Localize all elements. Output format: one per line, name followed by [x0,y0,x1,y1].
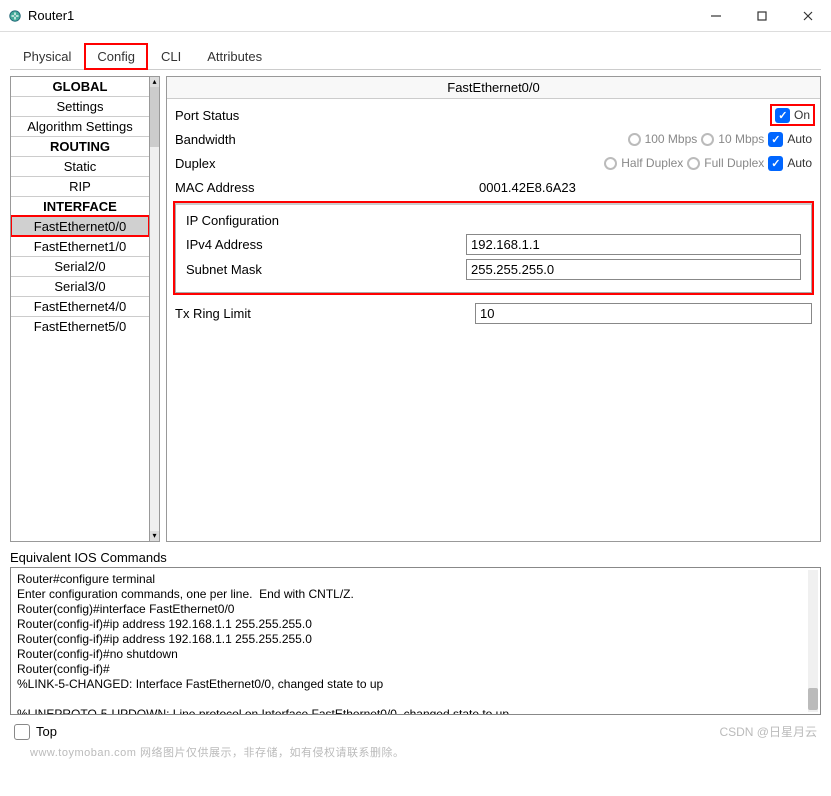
bandwidth-controls: 100 Mbps 10 Mbps ✓ Auto [475,132,812,147]
mac-label: MAC Address [175,180,475,195]
scrollbar-thumb[interactable] [150,87,159,147]
scroll-down-icon[interactable]: ▾ [150,531,159,541]
sidebar-list: GLOBAL Settings Algorithm Settings ROUTI… [10,76,150,542]
ip-config-label: IP Configuration [186,213,801,228]
sidebar-item-fe50[interactable]: FastEthernet5/0 [11,316,149,336]
bw-10-label: 10 Mbps [718,132,764,146]
dup-auto-label: Auto [787,156,812,170]
sidebar-item-fe10[interactable]: FastEthernet1/0 [11,236,149,256]
scroll-up-icon[interactable]: ▴ [150,77,159,87]
bw-100-radio[interactable] [628,133,641,146]
dup-full-label: Full Duplex [704,156,764,170]
sidebar-item-settings[interactable]: Settings [11,96,149,116]
port-status-checkbox[interactable]: ✓ [775,108,790,123]
row-duplex: Duplex Half Duplex Full Duplex ✓ Auto [175,153,812,173]
bw-auto-checkbox[interactable]: ✓ [768,132,783,147]
row-bandwidth: Bandwidth 100 Mbps 10 Mbps ✓ Auto [175,129,812,149]
port-status-on-group: ✓ On [773,107,812,123]
tabs: Physical Config CLI Attributes [10,42,821,70]
panel-content: Port Status ✓ On Bandwidth 100 Mbps [167,99,820,541]
ios-scrollbar[interactable] [808,570,818,712]
tx-label: Tx Ring Limit [175,306,475,321]
content: Physical Config CLI Attributes GLOBAL Se… [0,32,831,796]
window-controls [693,0,831,32]
port-status-label: Port Status [175,108,475,123]
ios-commands-box[interactable]: Router#configure terminal Enter configur… [10,567,821,715]
top-label: Top [36,724,57,739]
titlebar-left: Router1 [8,8,74,23]
csdn-watermark: CSDN @日星月云 [719,723,817,740]
ip-config-group: IP Configuration IPv4 Address Subnet Mas… [175,203,812,293]
bw-auto-label: Auto [787,132,812,146]
row-port-status: Port Status ✓ On [175,105,812,125]
mask-input[interactable] [466,259,801,280]
minimize-button[interactable] [693,0,739,32]
row-mac: MAC Address [175,177,812,197]
duplex-controls: Half Duplex Full Duplex ✓ Auto [475,156,812,171]
sidebar-header-global: GLOBAL [11,77,149,96]
mac-value[interactable] [475,178,812,197]
router-icon [8,9,22,23]
config-body: GLOBAL Settings Algorithm Settings ROUTI… [10,70,821,548]
ipv4-label: IPv4 Address [186,237,466,252]
sidebar-item-rip[interactable]: RIP [11,176,149,196]
sidebar-item-se20[interactable]: Serial2/0 [11,256,149,276]
watermark-left: www.toymoban.com 网络图片仅供展示，非存储，如有侵权请联系删除。 [30,744,404,760]
sidebar-scrollbar[interactable]: ▴ ▾ [150,76,160,542]
bandwidth-label: Bandwidth [175,132,475,147]
ios-section: Equivalent IOS Commands Router#configure… [10,550,821,715]
ios-scroll-thumb[interactable] [808,688,818,710]
mask-label: Subnet Mask [186,262,466,277]
footer: Top CSDN @日星月云 [10,715,821,744]
row-mask: Subnet Mask [186,259,801,280]
port-status-on-label: On [794,108,810,122]
top-checkbox[interactable] [14,724,30,740]
window-title: Router1 [28,8,74,23]
bw-10-radio[interactable] [701,133,714,146]
duplex-label: Duplex [175,156,475,171]
sidebar-item-algorithm-settings[interactable]: Algorithm Settings [11,116,149,136]
sidebar-item-fe00[interactable]: FastEthernet0/0 [11,216,149,236]
ios-text: Router#configure terminal Enter configur… [17,572,509,715]
maximize-button[interactable] [739,0,785,32]
row-tx: Tx Ring Limit [175,303,812,324]
main-panel: FastEthernet0/0 Port Status ✓ On Bandwid… [166,76,821,542]
bw-100-label: 100 Mbps [645,132,698,146]
watermark-row: www.toymoban.com 网络图片仅供展示，非存储，如有侵权请联系删除。 [10,744,821,760]
tx-input[interactable] [475,303,812,324]
port-status-controls: ✓ On [475,107,812,123]
close-button[interactable] [785,0,831,32]
tab-physical[interactable]: Physical [10,43,84,70]
sidebar-item-static[interactable]: Static [11,156,149,176]
sidebar-item-se30[interactable]: Serial3/0 [11,276,149,296]
tab-config[interactable]: Config [84,43,148,70]
ipv4-input[interactable] [466,234,801,255]
dup-half-label: Half Duplex [621,156,683,170]
row-ipv4: IPv4 Address [186,234,801,255]
sidebar-item-fe40[interactable]: FastEthernet4/0 [11,296,149,316]
dup-auto-checkbox[interactable]: ✓ [768,156,783,171]
ios-title: Equivalent IOS Commands [10,550,821,565]
tab-cli[interactable]: CLI [148,43,194,70]
dup-full-radio[interactable] [687,157,700,170]
tab-attributes[interactable]: Attributes [194,43,275,70]
panel-title: FastEthernet0/0 [167,77,820,99]
sidebar-header-routing: ROUTING [11,136,149,156]
footer-left: Top [14,724,57,740]
titlebar: Router1 [0,0,831,32]
sidebar: GLOBAL Settings Algorithm Settings ROUTI… [10,76,160,542]
sidebar-header-interface: INTERFACE [11,196,149,216]
dup-half-radio[interactable] [604,157,617,170]
